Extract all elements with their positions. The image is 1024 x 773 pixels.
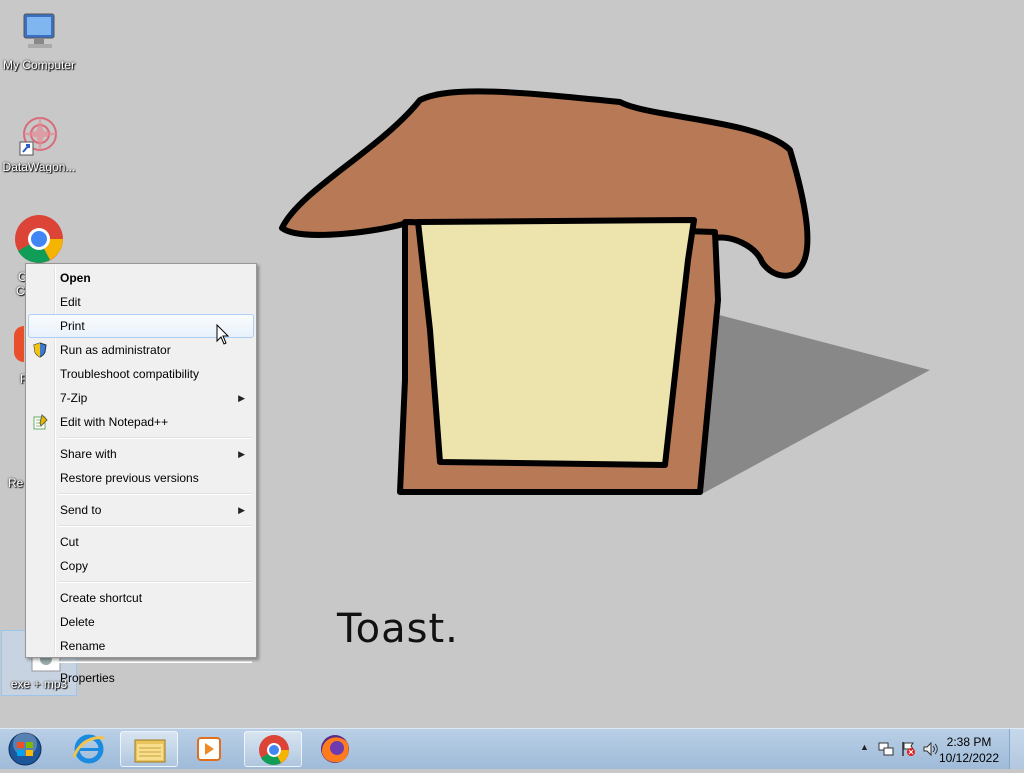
- menu-item-label: Cut: [60, 535, 79, 549]
- file-explorer-icon: [134, 739, 166, 763]
- menu-item-restore-previous[interactable]: Restore previous versions: [28, 466, 254, 490]
- taskbar-media-player[interactable]: [180, 731, 238, 767]
- chrome-icon: [15, 215, 63, 263]
- menu-item-label: Edit with Notepad++: [60, 415, 169, 429]
- chrome-icon: [259, 735, 289, 765]
- desktop-icon-chrome-shortcut[interactable]: [14, 214, 66, 263]
- menu-item-cut[interactable]: Cut: [28, 530, 254, 554]
- menu-item-label: Send to: [60, 503, 102, 517]
- toast-shadow: [700, 310, 930, 495]
- partial-label: C: [16, 284, 25, 298]
- show-desktop-button[interactable]: [1009, 729, 1024, 769]
- submenu-arrow-icon: ▶: [238, 449, 245, 459]
- submenu-arrow-icon: ▶: [238, 393, 245, 403]
- desktop-icon-label: DataWagon...: [2, 160, 76, 174]
- media-player-icon: [197, 737, 221, 761]
- datawagon-flower-icon: [19, 116, 58, 156]
- menu-separator: [58, 661, 252, 663]
- desktop-icon-my-computer[interactable]: My Computer: [1, 10, 77, 72]
- context-menu: Open Edit Print Run as administrator Tro…: [25, 263, 257, 685]
- mouse-cursor-icon: [216, 324, 230, 345]
- action-center-flag-icon[interactable]: [900, 741, 916, 757]
- partial-label: Re: [8, 476, 24, 490]
- menu-item-label: Copy: [60, 559, 89, 573]
- network-icon[interactable]: [878, 741, 894, 757]
- menu-item-troubleshoot[interactable]: Troubleshoot compatibility: [28, 362, 254, 386]
- menu-item-label: Rename: [60, 639, 106, 653]
- desktop-icon-datawagon[interactable]: DataWagon...: [1, 112, 77, 174]
- menu-item-properties[interactable]: Properties: [28, 666, 254, 690]
- firefox-icon: [321, 735, 349, 763]
- clock[interactable]: 2:38 PM 10/12/2022: [934, 734, 1004, 766]
- system-tray: ▲ 2:38 PM 10/12/2022: [834, 729, 1024, 769]
- menu-item-rename[interactable]: Rename: [28, 634, 254, 658]
- menu-separator: [58, 437, 252, 439]
- menu-item-label: 7-Zip: [60, 391, 88, 405]
- desktop-icon-partial[interactable]: [14, 326, 24, 362]
- menu-separator: [58, 525, 252, 527]
- menu-item-label: Restore previous versions: [60, 471, 199, 485]
- start-button[interactable]: [6, 732, 44, 766]
- menu-item-label: Edit: [60, 295, 81, 309]
- taskbar-internet-explorer[interactable]: [60, 731, 118, 767]
- menu-separator: [58, 581, 252, 583]
- menu-item-label: Delete: [60, 615, 95, 629]
- menu-item-7zip[interactable]: 7-Zip ▶: [28, 386, 254, 410]
- menu-item-open[interactable]: Open: [28, 266, 254, 290]
- desktop-icon-label: My Computer: [2, 58, 76, 72]
- clock-date: 10/12/2022: [938, 751, 1000, 765]
- menu-item-label: Run as administrator: [60, 343, 171, 357]
- start-orb-icon: [8, 732, 42, 766]
- menu-item-label: Troubleshoot compatibility: [60, 367, 199, 381]
- clock-time: 2:38 PM: [946, 735, 992, 749]
- taskbar: ▲ 2:38 PM 10/12/2022: [0, 728, 1024, 769]
- taskbar-firefox[interactable]: [306, 731, 364, 767]
- taskbar-chrome[interactable]: [244, 731, 302, 767]
- menu-item-label: Open: [60, 271, 91, 285]
- menu-item-edit-notepadpp[interactable]: Edit with Notepad++: [28, 410, 254, 434]
- toast-bread-inner: [415, 217, 697, 468]
- menu-item-label: Share with: [60, 447, 117, 461]
- menu-item-label: Properties: [60, 671, 115, 685]
- menu-separator: [58, 493, 252, 495]
- show-hidden-icons-button[interactable]: ▲: [860, 742, 869, 752]
- menu-item-copy[interactable]: Copy: [28, 554, 254, 578]
- notepadpp-icon: [33, 414, 48, 430]
- internet-explorer-icon: [72, 734, 106, 764]
- menu-item-send-to[interactable]: Send to ▶: [28, 498, 254, 522]
- computer-icon: [23, 13, 55, 48]
- menu-item-edit[interactable]: Edit: [28, 290, 254, 314]
- submenu-arrow-icon: ▶: [238, 505, 245, 515]
- wallpaper-caption: Toast.: [337, 606, 459, 652]
- menu-item-delete[interactable]: Delete: [28, 610, 254, 634]
- menu-item-share-with[interactable]: Share with ▶: [28, 442, 254, 466]
- taskbar-file-explorer[interactable]: [120, 731, 178, 767]
- menu-item-label: Create shortcut: [60, 591, 143, 605]
- menu-item-label: Print: [60, 319, 85, 333]
- menu-item-create-shortcut[interactable]: Create shortcut: [28, 586, 254, 610]
- uac-shield-icon: [33, 342, 47, 358]
